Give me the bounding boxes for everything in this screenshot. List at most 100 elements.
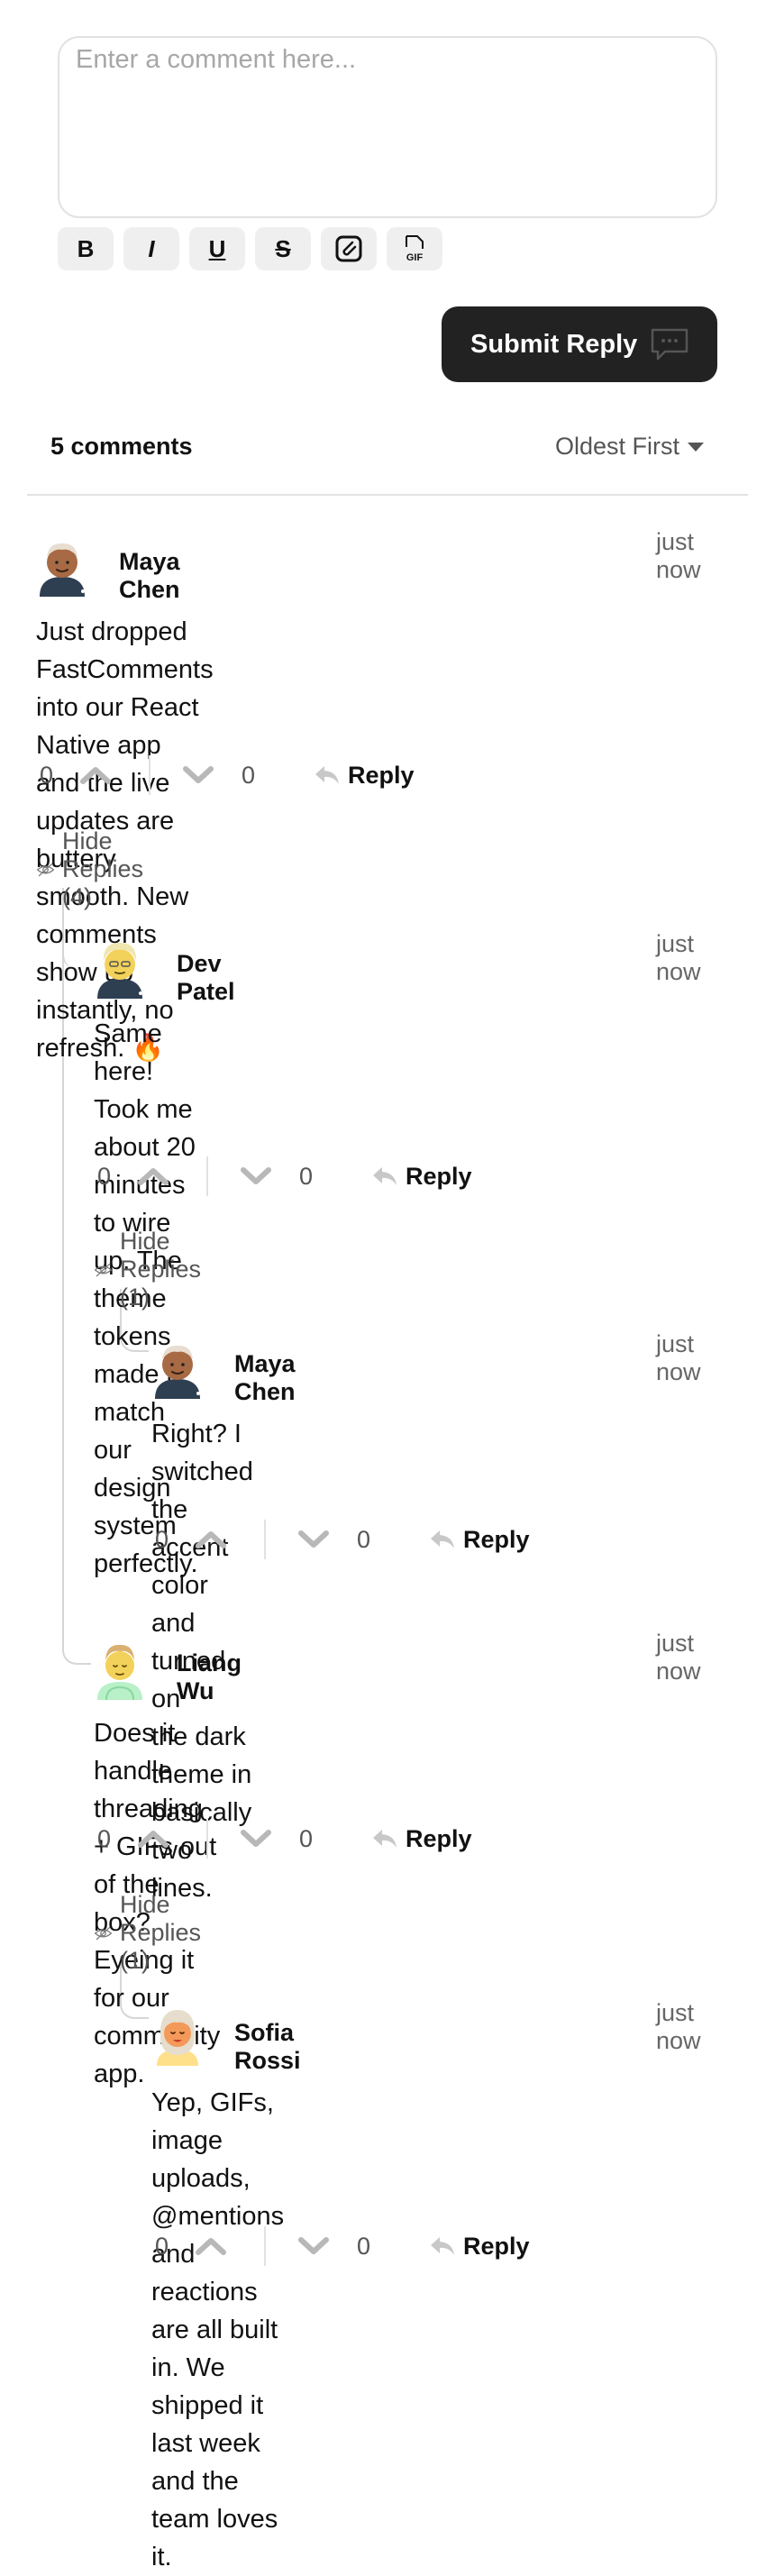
reply-arrow-icon — [431, 1530, 454, 1548]
downvote-count: 0 — [299, 1162, 314, 1190]
reply-label: Reply — [463, 2232, 530, 2260]
comment-timestamp: just now — [656, 1999, 701, 2054]
reply-button[interactable]: Reply — [429, 1520, 530, 1559]
vote-bar: 0 0 Reply — [94, 1156, 508, 1196]
underline-button[interactable]: U — [189, 227, 245, 270]
comment-input[interactable]: Enter a comment here... — [58, 36, 717, 218]
downvote-button[interactable] — [297, 2226, 330, 2266]
downvote-button[interactable] — [240, 1156, 272, 1196]
comment-timestamp: just now — [656, 1630, 701, 1685]
upvote-button[interactable] — [137, 1819, 169, 1859]
comments-widget: Enter a comment here... B I U S GIF Subm… — [0, 0, 775, 2571]
avatar — [97, 1644, 142, 1700]
eye-slash-icon — [94, 1263, 113, 1276]
comment-timestamp: just now — [656, 1330, 701, 1385]
downvote-count: 0 — [242, 761, 256, 789]
reply-label: Reply — [348, 761, 415, 789]
downvote-count: 0 — [299, 1824, 314, 1852]
downvote-button[interactable] — [240, 1819, 272, 1859]
submit-reply-button[interactable]: Submit Reply — [442, 306, 717, 382]
chat-bubble-icon — [651, 328, 688, 361]
paperclip-icon — [335, 235, 362, 262]
formatting-toolbar: B I U S GIF — [58, 227, 442, 270]
attach-button[interactable] — [321, 227, 377, 270]
caret-down-icon — [688, 442, 705, 452]
reply-arrow-icon — [315, 766, 339, 784]
hide-replies-toggle[interactable]: Hide Replies (4) — [36, 827, 159, 911]
hide-replies-toggle[interactable]: Hide Replies (1) — [94, 1891, 216, 1975]
hide-replies-label: Hide Replies (4) — [62, 827, 144, 910]
avatar — [155, 1345, 200, 1399]
reply-arrow-icon — [373, 1167, 397, 1185]
chevron-down-icon — [183, 766, 214, 783]
comment-text-line: reactions are all built in. We shipped i… — [151, 2278, 278, 2458]
reply-button[interactable]: Reply — [429, 2226, 530, 2266]
chevron-up-icon — [80, 767, 111, 784]
vote-bar: 0 0 Reply — [151, 2226, 566, 2266]
submit-label: Submit Reply — [470, 329, 638, 359]
sort-dropdown[interactable]: Oldest First — [555, 433, 705, 461]
vote-separator — [264, 1520, 266, 1559]
italic-button[interactable]: I — [123, 227, 179, 270]
vote-bar: 0 0 Reply — [151, 1520, 566, 1559]
upvote-count: 0 — [97, 1162, 112, 1190]
upvote-button[interactable] — [137, 1156, 169, 1196]
chevron-up-icon — [196, 2238, 226, 2255]
comment-author[interactable]: Sofia Rossi — [234, 2019, 301, 2075]
avatar — [97, 943, 142, 999]
chevron-down-icon — [241, 1830, 271, 1847]
comment-author[interactable]: Dev Patel — [177, 950, 235, 1006]
vote-separator — [206, 1156, 208, 1196]
upvote-button[interactable] — [195, 1520, 227, 1559]
upvote-count: 0 — [97, 1824, 112, 1852]
comment-placeholder: Enter a comment here... — [76, 45, 357, 74]
sort-label: Oldest First — [555, 433, 680, 460]
upvote-count: 0 — [155, 2232, 169, 2260]
comment-author[interactable]: Maya Chen — [119, 548, 180, 604]
eye-slash-icon — [36, 863, 55, 876]
vote-separator — [206, 1819, 208, 1859]
reply-button[interactable]: Reply — [371, 1156, 472, 1196]
downvote-count: 0 — [357, 1525, 371, 1553]
reply-label: Reply — [406, 1824, 472, 1852]
reply-label: Reply — [463, 1525, 530, 1553]
downvote-count: 0 — [357, 2232, 371, 2260]
chevron-up-icon — [138, 1168, 169, 1185]
comment-body: Yep, GIFs, image uploads, @mentions and … — [151, 2084, 284, 2576]
comment-timestamp: just now — [656, 528, 701, 583]
vote-separator — [264, 2226, 266, 2266]
comment-timestamp: just now — [656, 930, 701, 985]
chevron-up-icon — [196, 1531, 226, 1548]
vote-separator — [149, 755, 150, 795]
hide-replies-toggle[interactable]: Hide Replies (1) — [94, 1228, 216, 1311]
reply-arrow-icon — [373, 1830, 397, 1848]
reply-button[interactable]: Reply — [371, 1819, 472, 1859]
reply-button[interactable]: Reply — [314, 755, 415, 795]
chevron-down-icon — [241, 1167, 271, 1184]
vote-bar: 0 0 Reply — [36, 755, 451, 795]
chevron-down-icon — [298, 2237, 329, 2254]
upvote-button[interactable] — [195, 2226, 227, 2266]
vote-bar: 0 0 Reply — [94, 1819, 508, 1859]
downvote-button[interactable] — [182, 755, 214, 795]
comment-count: 5 comments — [50, 433, 193, 460]
eye-slash-icon — [94, 1926, 113, 1940]
hide-replies-label: Hide Replies (1) — [120, 1891, 202, 1974]
chevron-down-icon — [298, 1530, 329, 1548]
avatar — [40, 543, 85, 597]
comment-text-line: Just dropped FastComments into our React… — [36, 617, 214, 760]
gif-button[interactable]: GIF — [387, 227, 442, 270]
divider — [27, 494, 748, 496]
reply-arrow-icon — [431, 2237, 454, 2255]
upvote-count: 0 — [40, 761, 54, 789]
comment-author[interactable]: Liang Wu — [177, 1649, 242, 1705]
strikethrough-button[interactable]: S — [255, 227, 311, 270]
comment-author[interactable]: Maya Chen — [234, 1350, 296, 1406]
upvote-button[interactable] — [79, 755, 112, 795]
chevron-up-icon — [138, 1831, 169, 1848]
downvote-button[interactable] — [297, 1520, 330, 1559]
hide-replies-label: Hide Replies (1) — [120, 1228, 202, 1311]
avatar — [157, 2010, 198, 2066]
reply-label: Reply — [406, 1162, 472, 1190]
bold-button[interactable]: B — [58, 227, 114, 270]
